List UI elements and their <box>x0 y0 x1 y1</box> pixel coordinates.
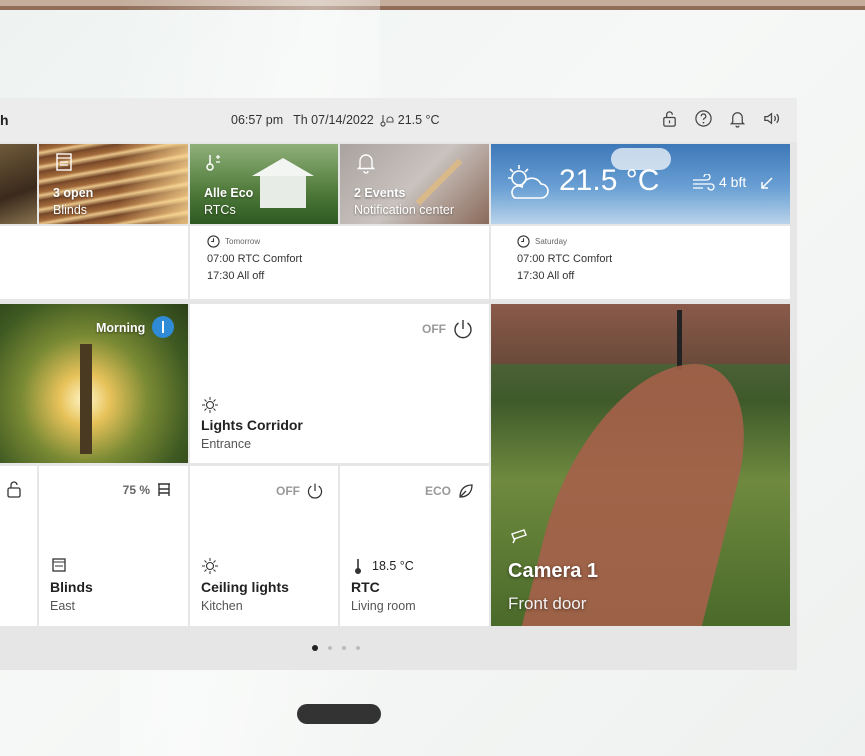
partial-lock-tile[interactable] <box>0 466 37 626</box>
camera-icon <box>511 529 527 544</box>
scene-active-toggle[interactable] <box>152 316 174 338</box>
device-room: Kitchen <box>201 599 243 613</box>
brick-wall-graphic <box>491 304 790 364</box>
device-room: East <box>50 599 76 613</box>
thermometer-icon <box>355 559 361 574</box>
light-state: OFF <box>422 322 446 336</box>
tile-rtc-living-room[interactable]: ECO 18.5 °C RTC Living room <box>340 466 489 626</box>
lamp-post-graphic <box>677 310 682 370</box>
schedule-entry: 17:30 All off <box>517 270 575 282</box>
schedule-day: Tomorrow <box>225 237 261 246</box>
speaker-icon[interactable] <box>762 109 781 128</box>
partly-cloudy-icon <box>508 165 549 199</box>
schedule-tile-saturday[interactable]: Saturday 07:00 RTC Comfort 17:30 All off <box>491 226 790 299</box>
blinds-position: 75 % <box>122 483 150 497</box>
lightbulb-icon <box>202 397 218 413</box>
tile-camera-front-door[interactable]: Camera 1 Front door <box>491 304 790 626</box>
tile-ceiling-lights[interactable]: OFF Ceiling lights Kitchen <box>190 466 338 626</box>
rtcs-tile-label: RTCs <box>204 203 236 217</box>
clock-icon <box>517 235 530 248</box>
page-dot-1[interactable] <box>312 645 318 651</box>
lightbulb-icon <box>202 558 218 574</box>
status-time: 06:57 pm <box>231 113 284 127</box>
tile-blinds-overview[interactable]: 3 open Blinds <box>39 144 188 224</box>
status-datetime: 06:57 pm Th 07/14/2022 21.5 °C <box>231 112 440 128</box>
blinds-icon <box>52 558 66 572</box>
lock-icon <box>7 481 21 498</box>
device-name: Blinds <box>50 579 93 595</box>
blinds-tile-label: Blinds <box>53 203 88 217</box>
pencil-graphic <box>415 158 463 206</box>
device-room: Entrance <box>201 437 252 451</box>
help-icon[interactable] <box>694 109 713 128</box>
schedule-tile-tomorrow[interactable]: Tomorrow 07:00 RTC Comfort 17:30 All off <box>190 226 489 299</box>
blinds-icon <box>56 153 72 171</box>
wind-speed: 4 bft <box>719 174 747 190</box>
camera-name: Camera 1 <box>508 560 599 582</box>
rtc-temperature: 18.5 °C <box>372 559 414 573</box>
status-title: h <box>0 112 9 128</box>
schedule-day: Saturday <box>535 237 568 246</box>
hardware-home-button[interactable] <box>297 704 381 724</box>
tile-lights-corridor[interactable]: OFF Lights Corridor Entrance <box>190 304 489 463</box>
page-dot-4[interactable] <box>356 646 360 650</box>
camera-location: Front door <box>508 594 587 613</box>
house-graphic <box>260 174 306 208</box>
rtcs-mode: Alle Eco <box>204 186 254 200</box>
house-roof <box>252 158 314 176</box>
thermometer-icon <box>206 155 220 171</box>
blinds-control-icon[interactable] <box>156 482 172 498</box>
notification-tile-label: Notification center <box>354 203 455 217</box>
touch-panel-screen: h 06:57 pm Th 07/14/2022 21.5 °C 3 open … <box>0 98 797 670</box>
bell-icon[interactable] <box>728 109 747 128</box>
page-dot-2[interactable] <box>328 646 332 650</box>
schedule-entry: 07:00 RTC Comfort <box>517 253 613 265</box>
schedule-entry: 07:00 RTC Comfort <box>207 253 303 265</box>
status-date: Th 07/14/2022 <box>293 113 374 127</box>
tile-rtcs[interactable]: Alle Eco RTCs <box>190 144 338 224</box>
page-dot-3[interactable] <box>342 646 346 650</box>
blinds-open-count: 3 open <box>53 186 94 200</box>
eco-leaf-icon[interactable] <box>457 482 475 500</box>
power-icon[interactable] <box>306 482 324 500</box>
tile-scene-morning[interactable]: Morning <box>0 304 188 463</box>
light-state: OFF <box>276 484 300 498</box>
tile-blinds-east[interactable]: 75 % Blinds East <box>39 466 188 626</box>
thermometer-bell-icon <box>380 115 394 127</box>
empty-schedule-tile <box>0 226 188 299</box>
partial-photo-tile[interactable] <box>0 144 37 224</box>
wind-icon <box>693 174 715 191</box>
page-indicator[interactable] <box>312 645 360 651</box>
blinds-sunlight <box>118 144 188 224</box>
device-name: RTC <box>351 579 380 595</box>
brick-path-graphic <box>514 364 768 626</box>
device-name: Ceiling lights <box>201 579 289 595</box>
wind-direction-arrow-icon <box>761 177 773 189</box>
power-icon[interactable] <box>452 318 474 340</box>
clock-icon <box>207 235 220 248</box>
lock-icon[interactable] <box>660 109 679 128</box>
tile-notification-center[interactable]: 2 Events Notification center <box>340 144 489 224</box>
events-count: 2 Events <box>354 186 406 200</box>
tree-trunk-graphic <box>80 344 92 454</box>
schedule-entry: 17:30 All off <box>207 270 265 282</box>
scene-label: Morning <box>96 321 146 335</box>
status-temperature: 21.5 °C <box>397 113 440 127</box>
weather-temperature: 21.5 °C <box>559 164 660 197</box>
toggle-indicator <box>162 321 164 333</box>
rtc-mode: ECO <box>424 484 451 498</box>
tile-weather[interactable]: 21.5 °C 4 bft <box>491 144 790 224</box>
status-bar: h 06:57 pm Th 07/14/2022 21.5 °C <box>0 98 797 142</box>
bell-icon <box>356 154 376 174</box>
device-room: Living room <box>351 599 416 613</box>
device-name: Lights Corridor <box>201 417 303 433</box>
